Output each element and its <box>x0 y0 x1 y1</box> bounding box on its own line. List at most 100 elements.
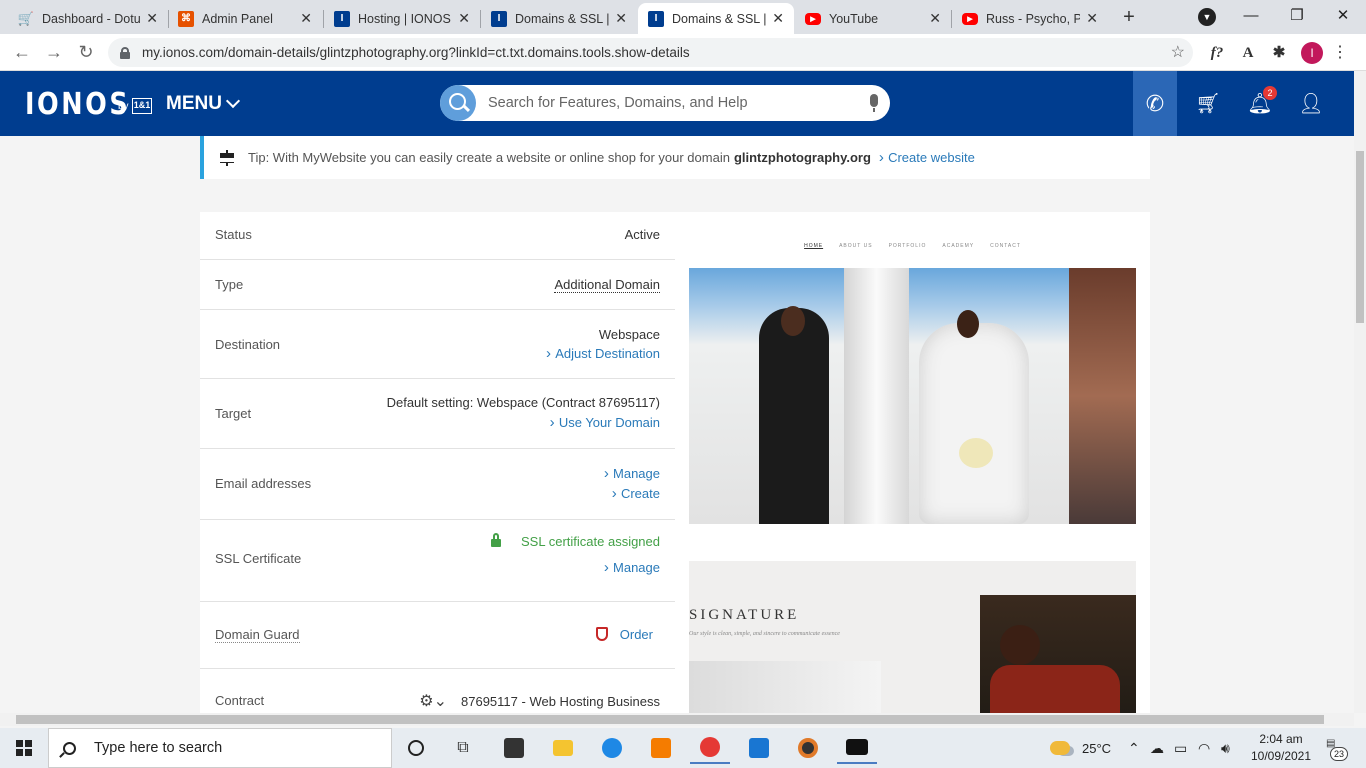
menu-label: MENU <box>166 93 222 114</box>
microphone-icon[interactable] <box>870 94 878 112</box>
onedrive-icon[interactable]: ☁ <box>1150 728 1164 768</box>
vertical-scroll-thumb[interactable] <box>1356 151 1364 323</box>
target-row: Target Default setting: Webspace (Contra… <box>200 379 675 449</box>
website-preview[interactable]: HOME ABOUT US PORTFOLIO ACADEMY CONTACT … <box>689 223 1136 713</box>
browser-menu-icon[interactable]: ⋮ <box>1330 42 1350 64</box>
vscode-icon[interactable] <box>739 732 779 764</box>
use-your-domain-link[interactable]: Use Your Domain <box>550 414 660 431</box>
chrome-icon[interactable] <box>690 732 730 764</box>
type-label: Type <box>215 277 244 292</box>
preview-groom-head <box>781 306 805 336</box>
bookmark-star-icon[interactable]: ☆ <box>1171 42 1185 62</box>
ionos-header: IONOS by 1&1 MENU ✆ 🛒︎ 🔔︎ 2 👤︎ <box>0 71 1354 136</box>
target-label: Target <box>215 406 252 421</box>
preview-nav-home: HOME <box>804 242 824 249</box>
phone-icon[interactable]: ✆ <box>1133 71 1177 136</box>
temperature: 25°C <box>1082 740 1112 756</box>
domain-guard-label[interactable]: Domain Guard <box>215 627 300 643</box>
vertical-scrollbar[interactable] <box>1354 71 1366 713</box>
ssl-status: SSL certificate assigned <box>491 533 660 549</box>
adjust-destination-link[interactable]: Adjust Destination <box>546 345 660 362</box>
user-icon[interactable]: 👤︎ <box>1296 89 1326 119</box>
reload-button[interactable]: ↻ <box>74 41 98 65</box>
search-icon <box>63 741 76 755</box>
horizontal-scroll-thumb[interactable] <box>16 715 1324 724</box>
task-view-icon[interactable]: ⧉ <box>443 732 483 764</box>
taskbar-search[interactable]: Type here to search <box>48 728 392 768</box>
tip-banner: Tip: With MyWebsite you can easily creat… <box>200 136 1150 179</box>
type-value[interactable]: Additional Domain <box>554 277 660 293</box>
battery-icon[interactable]: ▭ <box>1174 728 1187 768</box>
tab-title: Admin Panel <box>202 11 273 26</box>
back-button[interactable]: ← <box>10 41 34 65</box>
close-icon[interactable]: ✕ <box>772 10 784 27</box>
extensions-puzzle-icon[interactable]: ✱ <box>1268 42 1290 64</box>
tab-youtube[interactable]: ▶ YouTube ✕ <box>795 3 951 34</box>
file-explorer-icon[interactable] <box>543 732 583 764</box>
close-icon[interactable]: ✕ <box>146 10 158 27</box>
tab-dashboard[interactable]: 🛒 Dashboard - Dotu ✕ <box>8 3 168 34</box>
search-input[interactable] <box>488 95 848 111</box>
ssl-manage-link[interactable]: Manage <box>604 559 660 576</box>
notification-badge: 2 <box>1263 86 1277 100</box>
menu-button[interactable]: MENU <box>166 93 241 115</box>
email-create-link[interactable]: Create <box>612 485 660 502</box>
tab-russ-psycho[interactable]: ▶ Russ - Psycho, Pt. ✕ <box>952 3 1108 34</box>
start-button[interactable] <box>0 728 48 768</box>
tab-title: Russ - Psycho, Pt. <box>986 11 1081 26</box>
volume-icon[interactable]: 🔊︎ <box>1221 728 1230 768</box>
clock[interactable]: 2:04 am 10/09/2021 <box>1250 731 1312 765</box>
extension-formula-icon[interactable]: f? <box>1206 42 1228 64</box>
cortana-icon[interactable] <box>396 732 436 764</box>
tab-title: Domains & SSL | I <box>672 11 767 26</box>
forward-button[interactable]: → <box>42 41 66 65</box>
profile-avatar[interactable]: I <box>1301 42 1323 64</box>
store-icon[interactable] <box>494 732 534 764</box>
email-manage-link[interactable]: Manage <box>604 465 660 482</box>
chevron-up-icon[interactable]: ⌃ <box>1128 728 1140 768</box>
preview-couple-photo <box>980 595 1136 713</box>
lock-icon[interactable] <box>120 46 130 59</box>
wifi-icon[interactable]: ◠ <box>1198 728 1210 768</box>
restore-button[interactable]: ❐ <box>1274 4 1320 30</box>
horizontal-scrollbar[interactable] <box>0 713 1354 726</box>
close-icon[interactable]: ✕ <box>458 10 470 27</box>
close-icon[interactable]: ✕ <box>300 10 312 27</box>
search-icon[interactable] <box>440 85 476 121</box>
tab-admin-panel[interactable]: ⌘ Admin Panel ✕ <box>168 3 322 34</box>
address-bar[interactable]: my.ionos.com/domain-details/glintzphotog… <box>108 38 1193 67</box>
target-value: Default setting: Webspace (Contract 8769… <box>386 395 660 410</box>
preview-bride-head <box>957 310 979 338</box>
sublime-icon[interactable] <box>641 732 681 764</box>
search-box[interactable] <box>440 85 890 121</box>
tab-hosting-ionos[interactable]: I Hosting | IONOS ✕ <box>324 3 480 34</box>
edge-icon[interactable] <box>592 732 632 764</box>
media-player-icon[interactable] <box>788 732 828 764</box>
close-window-button[interactable]: ✕ <box>1320 4 1366 30</box>
tab-domains-ssl-1[interactable]: I Domains & SSL | I ✕ <box>481 3 637 34</box>
signpost-icon <box>220 149 234 166</box>
contract-label: Contract <box>215 693 265 708</box>
tab-search-icon[interactable]: ▼ <box>1198 8 1216 26</box>
new-tab-button[interactable]: + <box>1116 6 1142 30</box>
cart-icon[interactable]: 🛒︎ <box>1193 89 1223 119</box>
weather-widget[interactable]: 25°C <box>1050 728 1111 768</box>
ssl-row: SSL Certificate SSL certificate assigned… <box>200 520 675 602</box>
close-icon[interactable]: ✕ <box>615 10 627 27</box>
terminal-icon[interactable] <box>837 732 877 764</box>
order-link[interactable]: Order <box>620 627 653 642</box>
preview-column <box>844 268 909 524</box>
ionos-icon: I <box>648 10 664 27</box>
url-text[interactable]: my.ionos.com/domain-details/glintzphotog… <box>142 45 690 60</box>
ionos-logo[interactable]: IONOS <box>25 87 130 122</box>
close-icon[interactable]: ✕ <box>929 10 941 27</box>
domain-guard-order[interactable]: Order <box>595 627 653 642</box>
minimize-button[interactable]: — <box>1228 4 1274 30</box>
create-website-link[interactable]: Create website <box>879 149 975 166</box>
gear-icon[interactable]: ⚙⌄ <box>419 693 447 710</box>
extension-font-icon[interactable]: A <box>1237 42 1259 64</box>
close-icon[interactable]: ✕ <box>1086 10 1098 27</box>
tab-domains-ssl-active[interactable]: I Domains & SSL | I ✕ <box>638 3 794 34</box>
preview-spacer <box>689 524 1136 561</box>
destination-label: Destination <box>215 337 281 352</box>
